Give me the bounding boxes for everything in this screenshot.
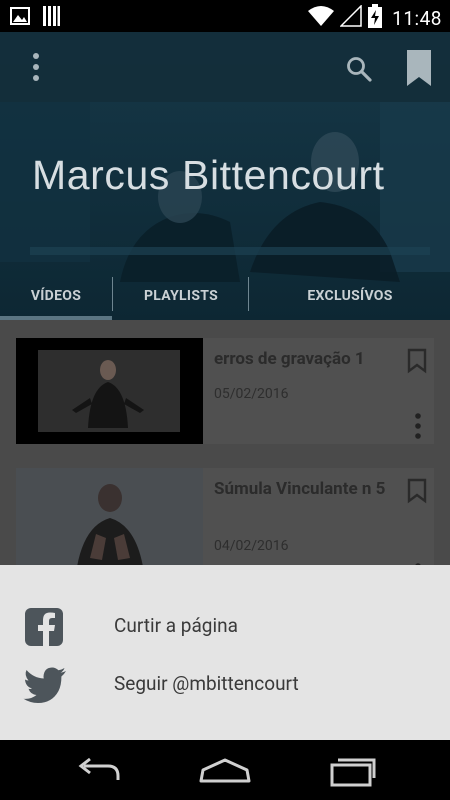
signal-icon: [339, 4, 362, 31]
share-item-label: Seguir @mbittencourt: [114, 672, 299, 695]
tab-playlists[interactable]: PLAYLISTS: [114, 272, 248, 320]
share-item-label: Curtir a página: [114, 614, 238, 637]
share-item-facebook[interactable]: Curtir a página: [0, 597, 450, 655]
back-icon[interactable]: [70, 754, 130, 788]
status-bar: 11:48: [0, 0, 450, 32]
tab-bar: VÍDEOS PLAYLISTS EXCLUSÍVOS: [0, 272, 450, 320]
tab-videos[interactable]: VÍDEOS: [0, 272, 112, 320]
wifi-icon: [308, 5, 335, 31]
channel-header: Marcus Bittencourt VÍDEOS PLAYLISTS EXCL…: [0, 32, 450, 320]
video-date: 05/02/2016: [214, 386, 289, 402]
video-title[interactable]: Súmula Vinculante n 5: [214, 478, 392, 500]
system-navigation-bar: [0, 740, 450, 800]
video-thumbnail[interactable]: [16, 338, 203, 444]
video-title[interactable]: erros de gravação 1: [214, 348, 392, 370]
video-date: 04/02/2016: [214, 538, 289, 554]
bookmark-icon[interactable]: [404, 49, 434, 87]
app-toolbar: [0, 32, 450, 102]
bookmark-outline-icon[interactable]: [406, 478, 428, 504]
channel-title: Marcus Bittencourt: [32, 152, 385, 198]
clock-time: 11:48: [392, 6, 442, 30]
share-item-twitter[interactable]: Seguir @mbittencourt: [0, 655, 450, 713]
search-icon[interactable]: [344, 54, 374, 84]
battery-charging-icon: [368, 4, 383, 32]
social-share-sheet: Curtir a página Seguir @mbittencourt: [0, 565, 450, 740]
bookmark-outline-icon[interactable]: [406, 348, 428, 374]
tab-exclusivos[interactable]: EXCLUSÍVOS: [250, 272, 450, 320]
twitter-icon: [22, 663, 66, 707]
more-options-icon[interactable]: [412, 412, 424, 440]
app-screen: Marcus Bittencourt VÍDEOS PLAYLISTS EXCL…: [0, 32, 450, 740]
tab-divider: [112, 277, 113, 311]
vertical-dots-icon[interactable]: [24, 50, 48, 84]
home-icon[interactable]: [195, 754, 255, 788]
recent-apps-icon[interactable]: [322, 754, 382, 788]
sd-card-icon: [42, 6, 60, 30]
tab-divider: [248, 277, 249, 311]
video-card[interactable]: erros de gravação 1 05/02/2016: [16, 338, 434, 444]
facebook-icon: [22, 605, 66, 649]
image-icon: [10, 7, 30, 29]
